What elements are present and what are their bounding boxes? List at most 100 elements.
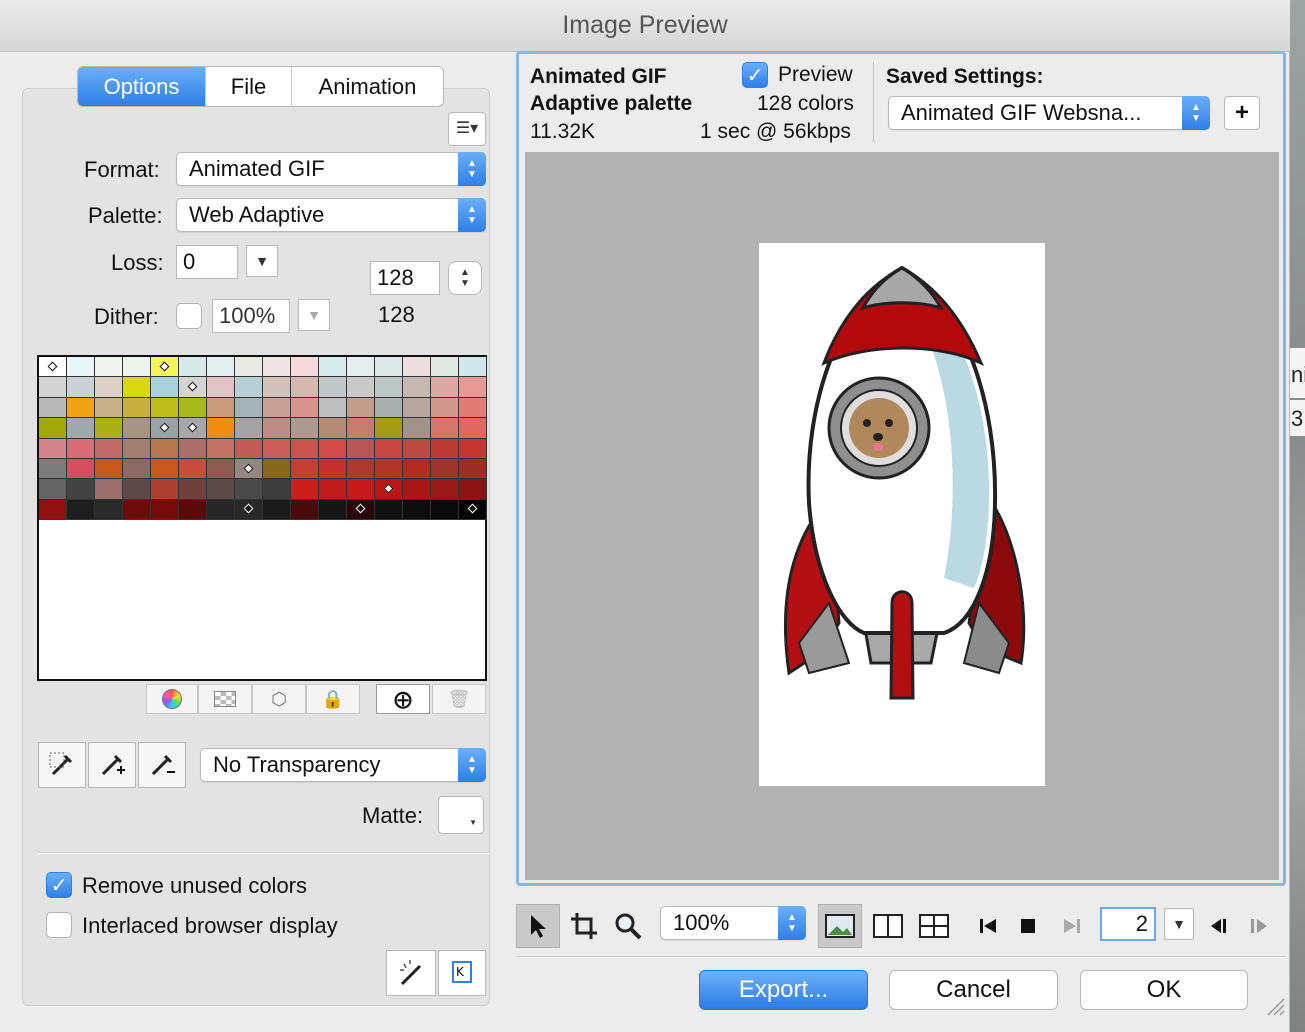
palette-swatch[interactable] xyxy=(375,357,403,378)
optimize-to-size-button[interactable]: K xyxy=(438,950,486,996)
palette-swatch[interactable] xyxy=(67,479,95,500)
palette-swatch[interactable] xyxy=(39,418,67,439)
palette-swatch[interactable] xyxy=(67,397,95,419)
palette-swatch[interactable] xyxy=(459,377,487,398)
optimize-wizard-button[interactable] xyxy=(386,950,436,996)
preview-checkbox[interactable]: ✓ xyxy=(742,62,768,88)
palette-swatch[interactable] xyxy=(375,499,403,521)
palette-swatch[interactable] xyxy=(123,438,151,459)
palette-swatch[interactable] xyxy=(151,357,179,378)
title-bar[interactable]: Image Preview xyxy=(0,0,1290,52)
palette-swatch[interactable] xyxy=(403,357,431,378)
transparency-select[interactable]: No Transparency ▲ ▼ xyxy=(200,748,486,782)
palette-swatch[interactable] xyxy=(235,397,263,419)
transparency-button[interactable] xyxy=(198,684,252,714)
palette-menu-button[interactable]: ☰▾ xyxy=(448,112,486,146)
palette-swatch[interactable] xyxy=(235,357,263,378)
palette-swatch[interactable] xyxy=(179,499,207,521)
palette-swatch[interactable] xyxy=(375,377,403,398)
palette-swatch[interactable] xyxy=(207,458,235,480)
palette-swatch[interactable] xyxy=(403,418,431,439)
delete-color-button[interactable]: 🗑 xyxy=(432,684,486,714)
palette-swatch[interactable] xyxy=(95,479,123,500)
palette-swatch[interactable] xyxy=(95,499,123,521)
palette-swatch[interactable] xyxy=(179,418,207,439)
palette-swatch[interactable] xyxy=(347,397,375,419)
palette-swatch[interactable] xyxy=(235,499,263,521)
palette-swatch[interactable] xyxy=(235,377,263,398)
palette-swatch[interactable] xyxy=(319,438,347,459)
eyedropper-add-button[interactable] xyxy=(88,742,136,788)
palette-swatch[interactable] xyxy=(375,438,403,459)
max-colors-stepper[interactable]: ▲ ▼ xyxy=(448,261,482,295)
add-settings-button[interactable]: + xyxy=(1224,96,1260,130)
palette-swatch[interactable] xyxy=(207,479,235,500)
export-button[interactable]: Export... xyxy=(699,970,868,1010)
palette-swatch[interactable] xyxy=(459,438,487,459)
palette-swatch[interactable] xyxy=(151,438,179,459)
palette-swatch[interactable] xyxy=(263,418,291,439)
interlaced-checkbox[interactable] xyxy=(46,912,72,938)
palette-swatch[interactable] xyxy=(403,479,431,500)
palette-swatch[interactable] xyxy=(403,458,431,480)
palette-swatch[interactable] xyxy=(375,479,403,500)
palette-swatch[interactable] xyxy=(431,438,459,459)
palette-swatch[interactable] xyxy=(67,357,95,378)
palette-swatch[interactable] xyxy=(459,357,487,378)
palette-swatch[interactable] xyxy=(151,397,179,419)
palette-swatch[interactable] xyxy=(263,458,291,480)
palette-swatch[interactable] xyxy=(95,377,123,398)
palette-swatch[interactable] xyxy=(179,438,207,459)
zoom-select[interactable]: 100% ▲ ▼ xyxy=(660,906,806,940)
palette-swatch[interactable] xyxy=(319,357,347,378)
palette-swatch[interactable] xyxy=(207,438,235,459)
palette-swatch[interactable] xyxy=(263,357,291,378)
palette-swatch[interactable] xyxy=(123,479,151,500)
palette-swatch[interactable] xyxy=(459,418,487,439)
palette-swatch[interactable] xyxy=(347,418,375,439)
palette-swatch[interactable] xyxy=(291,458,319,480)
next-frame-button[interactable] xyxy=(1238,904,1282,948)
max-colors-input[interactable]: 128 xyxy=(370,261,440,295)
web-snap-button[interactable]: ⬡ xyxy=(252,684,306,714)
color-wheel-button[interactable] xyxy=(146,684,198,714)
palette-swatch[interactable] xyxy=(291,357,319,378)
palette-swatch[interactable] xyxy=(207,499,235,521)
palette-swatch[interactable] xyxy=(67,499,95,521)
crop-tool[interactable] xyxy=(562,904,606,948)
palette-swatch[interactable] xyxy=(67,377,95,398)
eyedropper-button[interactable] xyxy=(38,742,86,788)
palette-swatch[interactable] xyxy=(375,397,403,419)
palette-swatch[interactable] xyxy=(431,397,459,419)
palette-swatch[interactable] xyxy=(431,418,459,439)
tab-animation[interactable]: Animation xyxy=(291,67,443,106)
zoom-tool[interactable] xyxy=(606,904,650,948)
last-frame-button[interactable] xyxy=(1050,904,1094,948)
matte-color-button[interactable]: ▼ xyxy=(438,796,484,834)
palette-swatch[interactable] xyxy=(291,377,319,398)
palette-swatch[interactable] xyxy=(263,479,291,500)
palette-swatch[interactable] xyxy=(403,397,431,419)
palette-swatch[interactable] xyxy=(123,418,151,439)
frame-dropdown[interactable]: ▼ xyxy=(1164,908,1194,940)
palette-swatch[interactable] xyxy=(39,357,67,378)
palette-swatch[interactable] xyxy=(235,458,263,480)
cancel-button[interactable]: Cancel xyxy=(889,970,1058,1010)
palette-swatch[interactable] xyxy=(347,357,375,378)
palette-swatch[interactable] xyxy=(151,499,179,521)
palette-swatch[interactable] xyxy=(235,438,263,459)
palette-swatch[interactable] xyxy=(95,397,123,419)
tab-options[interactable]: Options xyxy=(78,67,205,106)
palette-swatch[interactable] xyxy=(431,458,459,480)
palette-swatch[interactable] xyxy=(67,418,95,439)
palette-swatch[interactable] xyxy=(123,397,151,419)
palette-swatch[interactable] xyxy=(123,499,151,521)
palette-swatch[interactable] xyxy=(39,377,67,398)
color-palette[interactable] xyxy=(37,355,487,681)
saved-settings-select[interactable]: Animated GIF Websna... ▲ ▼ xyxy=(888,96,1210,130)
palette-swatch[interactable] xyxy=(291,499,319,521)
dither-dropdown[interactable]: ▼ xyxy=(298,299,330,331)
single-view-button[interactable] xyxy=(818,904,862,948)
palette-swatch[interactable] xyxy=(319,418,347,439)
palette-swatch[interactable] xyxy=(39,458,67,480)
